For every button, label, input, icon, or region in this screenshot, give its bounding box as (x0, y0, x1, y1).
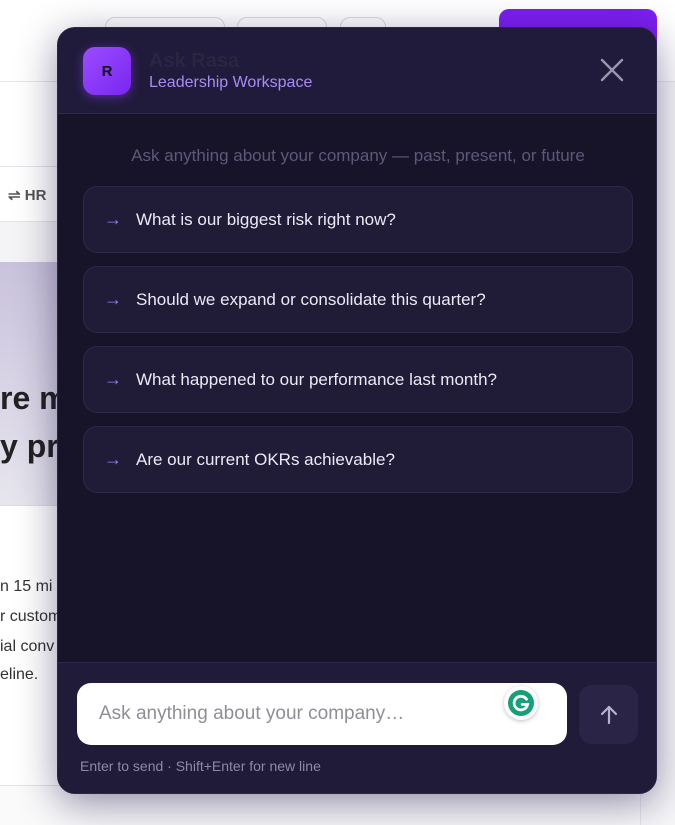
grammarly-g-icon (508, 690, 534, 716)
message-composer: Enter to send · Shift+Enter for new line (58, 662, 656, 793)
background-body-line: ial conv (0, 638, 55, 655)
suggestion-performance-last-month[interactable]: → What happened to our performance last … (83, 346, 633, 413)
background-tab-hr: ⇌ HR (8, 187, 47, 204)
suggestion-okrs-achievable[interactable]: → Are our current OKRs achievable? (83, 426, 633, 493)
intro-text: Ask anything about your company — past, … (131, 146, 585, 165)
keyboard-hint: Enter to send · Shift+Enter for new line (80, 758, 321, 774)
background-body-line: n 15 mi (0, 578, 53, 595)
dialog-header: R Ask Rasa Leadership Workspace (58, 28, 656, 114)
arrow-right-icon: → (104, 449, 122, 469)
suggestion-label: Are our current OKRs achievable? (136, 449, 395, 469)
close-button[interactable] (596, 54, 628, 86)
assistant-avatar: R (83, 47, 131, 95)
close-icon (600, 58, 624, 82)
arrow-up-icon (600, 705, 617, 724)
background-hero-line: y pr (0, 428, 59, 464)
arrow-right-icon: → (104, 209, 122, 229)
workspace-subtitle: Leadership Workspace (149, 74, 313, 91)
dialog-title: Ask Rasa (149, 50, 240, 72)
ask-rasa-dialog: R Ask Rasa Leadership Workspace Ask anyt… (57, 27, 657, 794)
message-input-container (77, 683, 567, 745)
suggestion-label: Should we expand or consolidate this qua… (136, 289, 486, 309)
send-button[interactable] (579, 685, 638, 744)
suggestion-label: What happened to our performance last mo… (136, 369, 497, 389)
suggestion-biggest-risk[interactable]: → What is our biggest risk right now? (83, 186, 633, 253)
grammarly-button[interactable] (504, 686, 538, 720)
suggestion-expand-or-consolidate[interactable]: → Should we expand or consolidate this q… (83, 266, 633, 333)
arrow-right-icon: → (104, 369, 122, 389)
message-input[interactable] (77, 683, 497, 745)
suggestion-label: What is our biggest risk right now? (136, 209, 396, 229)
arrow-right-icon: → (104, 289, 122, 309)
background-body-line: r custom (0, 608, 62, 625)
background-body-line: eline. (0, 666, 39, 683)
